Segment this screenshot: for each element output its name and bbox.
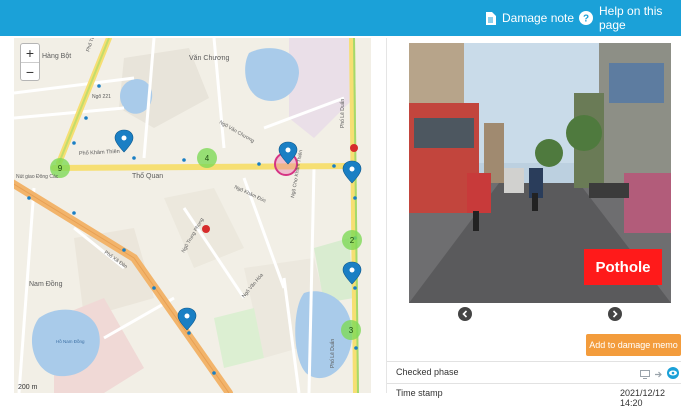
question-circle-icon: ? xyxy=(579,11,593,25)
cluster-4[interactable]: 4 xyxy=(197,148,217,168)
chevron-left-circle-icon[interactable] xyxy=(458,307,472,321)
svg-text:?: ? xyxy=(583,14,589,25)
map-label-nut-giao: Nút giao Đông Các xyxy=(16,174,59,180)
arrow-right-icon xyxy=(654,366,663,384)
chevron-right-circle-icon[interactable] xyxy=(608,307,622,321)
map-label-hang-bot: Hàng Bột xyxy=(42,53,71,60)
help-label: Help on this page xyxy=(599,4,663,32)
map-view[interactable]: 9 4 2 3 Hàng Bột Văn Chương Phố Khâm Thi… xyxy=(14,38,371,393)
time-stamp-value: 2021/12/12 14:20 xyxy=(620,388,666,408)
map-label-tho-quan: Thổ Quan xyxy=(132,172,163,180)
cluster-3[interactable]: 3 xyxy=(341,320,361,340)
map-label-ngo-221: Ngõ 221 xyxy=(92,94,111,100)
help-link[interactable]: ? Help on this page xyxy=(579,0,681,36)
svg-text:4: 4 xyxy=(205,154,210,163)
damage-note-label: Damage note xyxy=(502,11,575,25)
eye-icon[interactable] xyxy=(667,366,679,384)
add-to-damage-memo-button[interactable]: Add to damage memo xyxy=(586,334,681,356)
svg-text:3: 3 xyxy=(349,326,354,335)
map-label-le-duan: Phố Lê Duẩn xyxy=(339,99,346,128)
phase-indicator xyxy=(640,366,679,384)
panel-divider xyxy=(386,38,387,393)
cluster-2[interactable]: 2 xyxy=(342,230,362,250)
top-bar: Damage note ? Help on this page xyxy=(0,0,681,36)
svg-text:9: 9 xyxy=(58,164,63,173)
zoom-out-button[interactable]: − xyxy=(21,62,39,80)
svg-text:2: 2 xyxy=(350,236,355,245)
row-divider xyxy=(387,383,681,384)
map-scale: 200 m xyxy=(18,384,38,391)
map-label-nam-dong: Nam Đồng xyxy=(29,279,63,288)
map-canvas[interactable]: 9 4 2 3 Hàng Bột Văn Chương Phố Khâm Thi… xyxy=(14,38,371,393)
time-stamp-label: Time stamp xyxy=(396,388,443,398)
map-label-van-chuong: Văn Chương xyxy=(189,55,230,62)
monitor-icon xyxy=(640,366,650,384)
zoom-control: + − xyxy=(20,43,40,81)
poi-marker xyxy=(202,225,210,233)
row-divider xyxy=(387,361,681,362)
map-label-ho-nam-dong: Hồ Nam Đồng xyxy=(56,339,85,344)
damage-note-link[interactable]: Damage note xyxy=(485,0,574,36)
zoom-in-button[interactable]: + xyxy=(21,44,39,62)
poi-marker xyxy=(350,144,358,152)
note-icon xyxy=(485,11,496,25)
map-label-le-duan-south: Phố Lê Duẩn xyxy=(329,339,336,368)
damage-type-badge: Pothole xyxy=(584,249,662,285)
checked-phase-label: Checked phase xyxy=(396,367,459,377)
